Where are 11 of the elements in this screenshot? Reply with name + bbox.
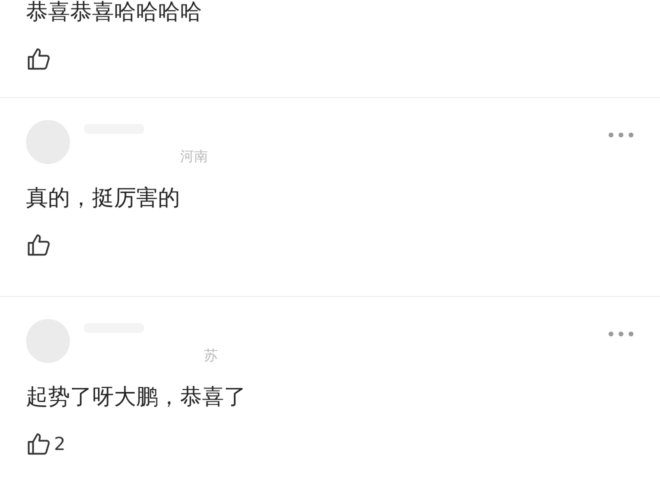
comment-text: 真的，挺厉害的	[26, 185, 181, 213]
like-count: 2	[54, 434, 66, 454]
comment-text: 恭喜恭喜哈哈哈哈	[26, 0, 203, 27]
location-label: 河南	[179, 149, 208, 165]
location-label: 苏	[203, 348, 218, 364]
thumbs-up-icon[interactable]	[26, 431, 52, 457]
more-icon[interactable]	[608, 331, 634, 337]
more-icon[interactable]	[608, 132, 634, 138]
thumbs-up-icon[interactable]	[26, 46, 52, 72]
comment-text: 起势了呀大鹏，恭喜了	[26, 384, 247, 412]
thumbs-up-icon[interactable]	[26, 232, 52, 258]
